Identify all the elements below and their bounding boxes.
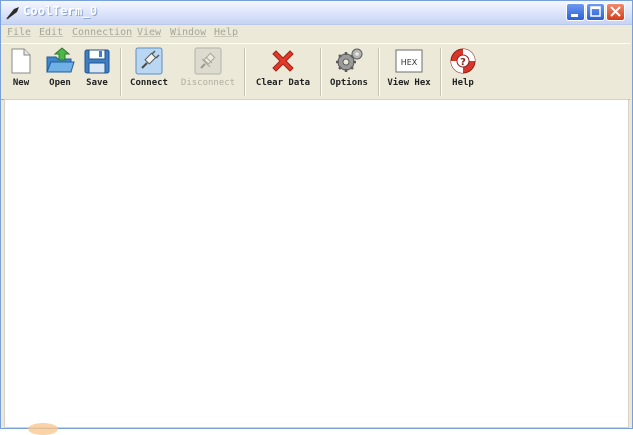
connect-button[interactable]: Connect xyxy=(128,47,170,88)
toolbar-separator xyxy=(244,48,246,96)
save-button[interactable]: Save xyxy=(83,47,111,88)
clear-data-button[interactable]: Clear Data xyxy=(253,47,313,88)
help-label: Help xyxy=(452,78,474,88)
disconnect-label: Disconnect xyxy=(180,78,236,88)
minimize-icon xyxy=(571,14,578,17)
new-document-icon xyxy=(11,48,31,74)
window-title: CoolTerm_0 xyxy=(23,4,98,18)
lifebuoy-help-icon: ? xyxy=(450,48,476,74)
svg-text:?: ? xyxy=(460,57,466,68)
title-bar[interactable]: CoolTerm_0 xyxy=(1,1,632,25)
toolbar-separator xyxy=(440,48,442,96)
close-button[interactable] xyxy=(606,3,625,21)
help-button[interactable]: ? Help xyxy=(448,47,478,88)
menu-help[interactable]: Help xyxy=(214,27,238,38)
menu-connection[interactable]: Connection xyxy=(72,27,132,38)
partial-overlay-icon xyxy=(28,423,58,435)
menu-window[interactable]: Window xyxy=(170,27,206,38)
menu-edit[interactable]: Edit xyxy=(39,27,63,38)
view-hex-button[interactable]: HEX View Hex xyxy=(386,47,432,88)
gears-icon xyxy=(336,48,363,72)
connect-plug-icon xyxy=(135,47,163,75)
toolbar-separator xyxy=(378,48,380,96)
menu-file[interactable]: File xyxy=(7,27,31,38)
red-x-icon xyxy=(272,50,294,72)
options-label: Options xyxy=(330,78,368,88)
window-frame-right xyxy=(630,25,632,428)
toolbar-separator xyxy=(120,48,122,96)
open-button[interactable]: Open xyxy=(43,47,77,88)
save-label: Save xyxy=(86,78,108,88)
hex-icon: HEX xyxy=(395,49,423,73)
floppy-disk-icon xyxy=(84,49,110,74)
coolterm-window: CoolTerm_0 File Edit Connection View Win… xyxy=(0,0,633,429)
new-button[interactable]: New xyxy=(7,47,35,88)
connect-label: Connect xyxy=(130,78,168,88)
toolbar-separator xyxy=(320,48,322,96)
new-label: New xyxy=(12,78,30,88)
options-button[interactable]: Options xyxy=(328,47,370,88)
close-icon xyxy=(610,6,621,17)
open-label: Open xyxy=(49,78,71,88)
minimize-button[interactable] xyxy=(566,3,585,21)
view-hex-label: View Hex xyxy=(387,78,431,88)
open-folder-icon xyxy=(46,47,75,73)
disconnect-button[interactable]: Disconnect xyxy=(179,47,237,88)
toolbar: New Open Save Connect Disconnect Clear D… xyxy=(1,43,632,100)
maximize-button[interactable] xyxy=(586,3,605,21)
menu-bar: File Edit Connection View Window Help xyxy=(1,25,632,43)
menu-view[interactable]: View xyxy=(137,27,161,38)
maximize-icon xyxy=(590,6,601,17)
disconnect-plug-icon xyxy=(194,47,222,75)
hex-icon-text: HEX xyxy=(401,58,418,67)
coolterm-feather-icon[interactable] xyxy=(5,5,21,20)
clear-data-label: Clear Data xyxy=(255,78,311,88)
terminal-output-area[interactable] xyxy=(4,99,629,428)
